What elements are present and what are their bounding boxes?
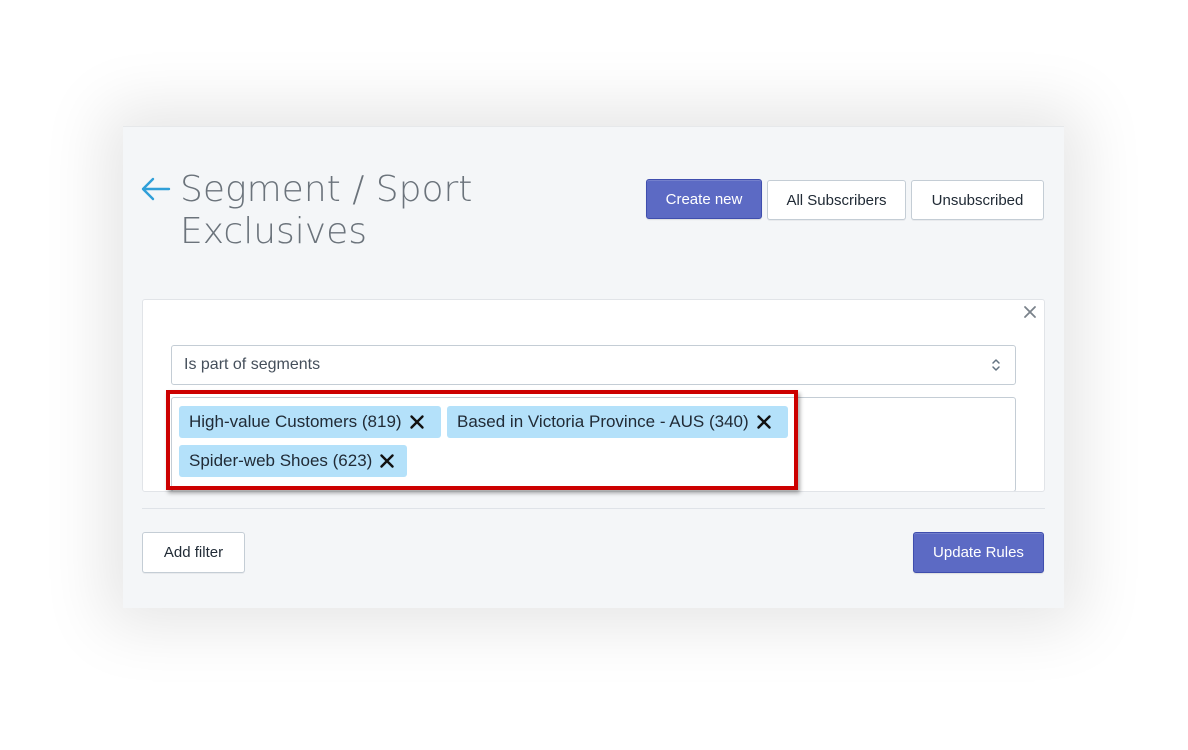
condition-select-value: Is part of segments [184, 356, 321, 373]
segment-panel: Segment / Sport Exclusives Create new Al… [123, 126, 1064, 608]
segment-tag: High-value Customers (819) [179, 406, 441, 438]
select-caret-icon [991, 357, 1001, 373]
add-filter-button[interactable]: Add filter [142, 532, 245, 573]
segment-tag: Based in Victoria Province - AUS (340) [447, 406, 788, 438]
segment-tag: Spider-web Shoes (623) [179, 445, 407, 477]
filter-card: Is part of segments High-value Customers… [142, 299, 1045, 492]
create-new-button[interactable]: Create new [646, 179, 762, 219]
back-arrow-icon[interactable] [139, 169, 173, 209]
segment-tag-label: High-value Customers (819) [189, 412, 402, 431]
segment-tag-label: Based in Victoria Province - AUS (340) [457, 412, 749, 431]
page-title: Segment / Sport Exclusives [180, 169, 473, 252]
unsubscribed-button[interactable]: Unsubscribed [911, 180, 1044, 220]
update-rules-button[interactable]: Update Rules [913, 532, 1044, 573]
close-icon[interactable] [1021, 303, 1039, 321]
screenshot-stage: Segment / Sport Exclusives Create new Al… [0, 0, 1188, 750]
segment-tags-input[interactable]: High-value Customers (819) Based in Vict… [171, 397, 1016, 491]
remove-tag-icon[interactable] [756, 414, 772, 430]
all-subscribers-button[interactable]: All Subscribers [767, 180, 906, 220]
condition-select[interactable]: Is part of segments [171, 345, 1016, 385]
remove-tag-icon[interactable] [409, 414, 425, 430]
remove-tag-icon[interactable] [379, 453, 395, 469]
segment-tag-label: Spider-web Shoes (623) [189, 451, 373, 470]
divider [142, 508, 1045, 509]
